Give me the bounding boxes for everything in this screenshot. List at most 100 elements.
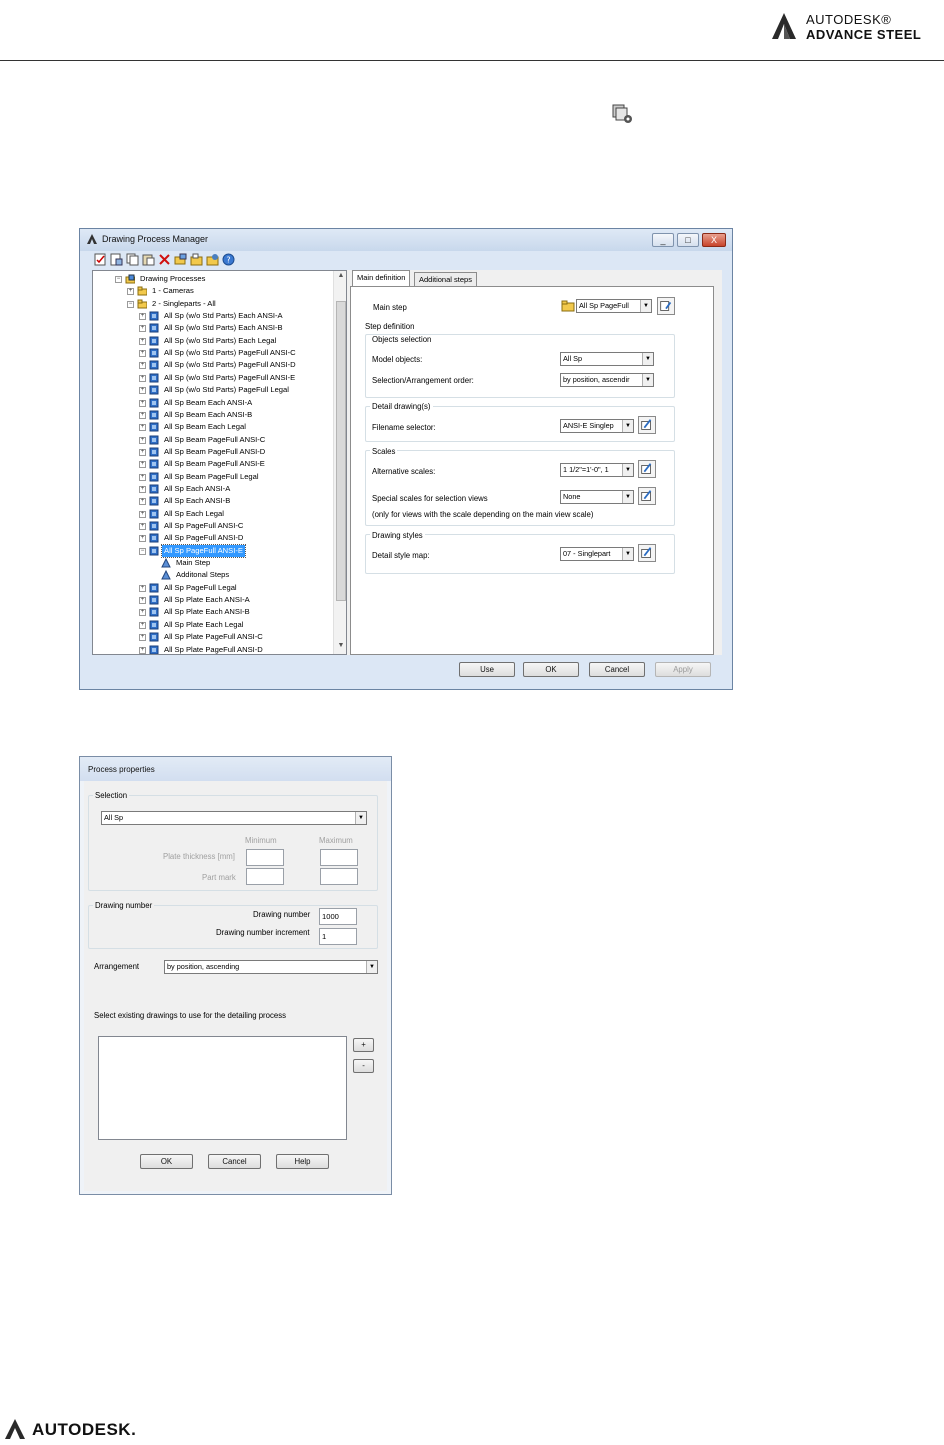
collapse-icon[interactable]: − — [127, 300, 134, 308]
chevron-down-icon[interactable]: ▼ — [622, 491, 633, 503]
process-tree[interactable]: − Drawing Processes +1 - Cameras − 2 - Singl… — [92, 270, 347, 655]
check-icon[interactable] — [94, 253, 107, 266]
existing-drawings-list[interactable] — [98, 1036, 347, 1140]
expand-icon[interactable]: + — [139, 609, 146, 617]
expand-icon[interactable]: + — [139, 448, 146, 456]
process-icon — [149, 323, 159, 333]
chevron-down-icon[interactable]: ▼ — [622, 548, 633, 560]
ok-button[interactable]: OK — [140, 1154, 193, 1169]
tree-item-label: All Sp (w/o Std Parts) Each Legal — [164, 335, 277, 345]
copy-icon[interactable] — [126, 253, 139, 266]
minimize-button[interactable]: _ — [652, 233, 674, 247]
plate-thickness-min-field[interactable] — [246, 849, 284, 866]
tree-item-label: All Sp PageFull Legal — [164, 582, 237, 592]
selection-order-combo[interactable]: by position, ascendir ▼ — [560, 373, 654, 387]
expand-icon[interactable]: + — [127, 288, 134, 296]
collapse-icon[interactable]: − — [139, 547, 146, 555]
filename-selector-combo[interactable]: ANSI-E Singlep ▼ — [560, 419, 634, 433]
tree-item-label: All Sp Plate PageFull ANSI-D — [164, 644, 263, 654]
close-button[interactable]: X — [702, 233, 726, 247]
tab-main-definition[interactable]: Main definition — [352, 270, 411, 287]
arrangement-value: by position, ascending — [167, 962, 240, 971]
maximize-button[interactable]: □ — [677, 233, 699, 247]
process-icon — [149, 595, 159, 605]
special-scales-edit-button[interactable] — [638, 487, 656, 505]
collapse-icon[interactable]: − — [115, 276, 122, 283]
remove-drawing-button[interactable]: - — [353, 1059, 374, 1073]
cancel-button[interactable]: Cancel — [208, 1154, 261, 1169]
expand-icon[interactable]: + — [139, 436, 146, 444]
edit-main-step-button[interactable] — [657, 297, 675, 315]
new-process-icon[interactable] — [110, 253, 123, 266]
folder-export-icon[interactable] — [174, 253, 187, 266]
expand-icon[interactable]: + — [139, 597, 146, 605]
alt-scales-combo[interactable]: 1 1/2"=1'-0", 1 ▼ — [560, 463, 634, 477]
part-mark-max-field[interactable] — [320, 868, 358, 885]
add-drawing-button[interactable]: + — [353, 1038, 374, 1052]
plate-thickness-max-field[interactable] — [320, 849, 358, 866]
expand-icon[interactable]: + — [139, 387, 146, 395]
selection-combo[interactable]: All Sp ▼ — [101, 811, 367, 825]
drawing-styles-group: Drawing styles Detail style map: 07 - Si… — [365, 531, 675, 574]
tab-additional-steps[interactable]: Additional steps — [414, 272, 477, 287]
arrangement-combo[interactable]: by position, ascending ▼ — [164, 960, 378, 974]
process-icon — [149, 422, 159, 432]
scroll-thumb[interactable] — [336, 301, 346, 601]
help-icon[interactable]: ? — [222, 253, 235, 266]
filename-selector-edit-button[interactable] — [638, 416, 656, 434]
chevron-down-icon[interactable]: ▼ — [355, 812, 366, 824]
expand-icon[interactable]: + — [139, 374, 146, 382]
expand-icon[interactable]: + — [139, 399, 146, 407]
use-button[interactable]: Use — [459, 662, 515, 677]
drawing-number-increment-field[interactable]: 1 — [319, 928, 357, 945]
detail-style-edit-button[interactable] — [638, 544, 656, 562]
expand-icon[interactable]: + — [139, 424, 146, 432]
ok-button[interactable]: OK — [523, 662, 579, 677]
expand-icon[interactable]: + — [139, 313, 146, 321]
expand-icon[interactable]: + — [139, 473, 146, 481]
expand-icon[interactable]: + — [139, 337, 146, 345]
main-step-combo[interactable]: All Sp PageFull ▼ — [576, 299, 652, 313]
tree-scrollbar[interactable]: ▲ ▼ — [333, 271, 346, 654]
special-scales-combo[interactable]: None ▼ — [560, 490, 634, 504]
expand-icon[interactable]: + — [139, 485, 146, 493]
expand-icon[interactable]: + — [139, 325, 146, 333]
chevron-down-icon[interactable]: ▼ — [366, 961, 377, 973]
delete-icon[interactable] — [158, 253, 171, 266]
expand-icon[interactable]: + — [139, 535, 146, 543]
chevron-down-icon[interactable]: ▼ — [622, 464, 633, 476]
chevron-down-icon[interactable]: ▼ — [642, 374, 653, 386]
expand-icon[interactable]: + — [139, 498, 146, 506]
apply-button[interactable]: Apply — [655, 662, 711, 677]
chevron-down-icon[interactable]: ▼ — [622, 420, 633, 432]
chevron-down-icon[interactable]: ▼ — [642, 353, 653, 365]
expand-icon[interactable]: + — [139, 646, 146, 654]
autodesk-footer-brand: AUTODESK. — [4, 1418, 164, 1442]
expand-icon[interactable]: + — [139, 523, 146, 530]
expand-icon[interactable]: + — [139, 584, 146, 592]
edit-style-icon — [641, 419, 652, 430]
part-mark-min-field[interactable] — [246, 868, 284, 885]
model-objects-combo[interactable]: All Sp ▼ — [560, 352, 654, 366]
expand-icon[interactable]: + — [139, 461, 146, 469]
expand-icon[interactable]: + — [139, 621, 146, 629]
alt-scales-edit-button[interactable] — [638, 460, 656, 478]
chevron-down-icon[interactable]: ▼ — [640, 300, 651, 312]
folder-import-icon[interactable] — [190, 253, 203, 266]
paste-icon[interactable] — [142, 253, 155, 266]
minimum-label: Minimum — [245, 836, 277, 845]
expand-icon[interactable]: + — [139, 350, 146, 358]
cancel-button[interactable]: Cancel — [589, 662, 645, 677]
drawing-number-field[interactable]: 1000 — [319, 908, 357, 925]
expand-icon[interactable]: + — [139, 634, 146, 642]
detail-style-combo[interactable]: 07 - Singlepart ▼ — [560, 547, 634, 561]
expand-icon[interactable]: + — [139, 362, 146, 370]
tree-item-label: All Sp Beam PageFull ANSI-D — [164, 446, 266, 456]
tree-item-label: All Sp PageFull ANSI-D — [164, 533, 244, 543]
scroll-down-arrow-icon[interactable]: ▼ — [336, 642, 346, 652]
expand-icon[interactable]: + — [139, 411, 146, 419]
folder-settings-icon[interactable] — [206, 253, 219, 266]
expand-icon[interactable]: + — [139, 510, 146, 518]
scroll-up-arrow-icon[interactable]: ▲ — [336, 272, 346, 282]
help-button[interactable]: Help — [276, 1154, 329, 1169]
